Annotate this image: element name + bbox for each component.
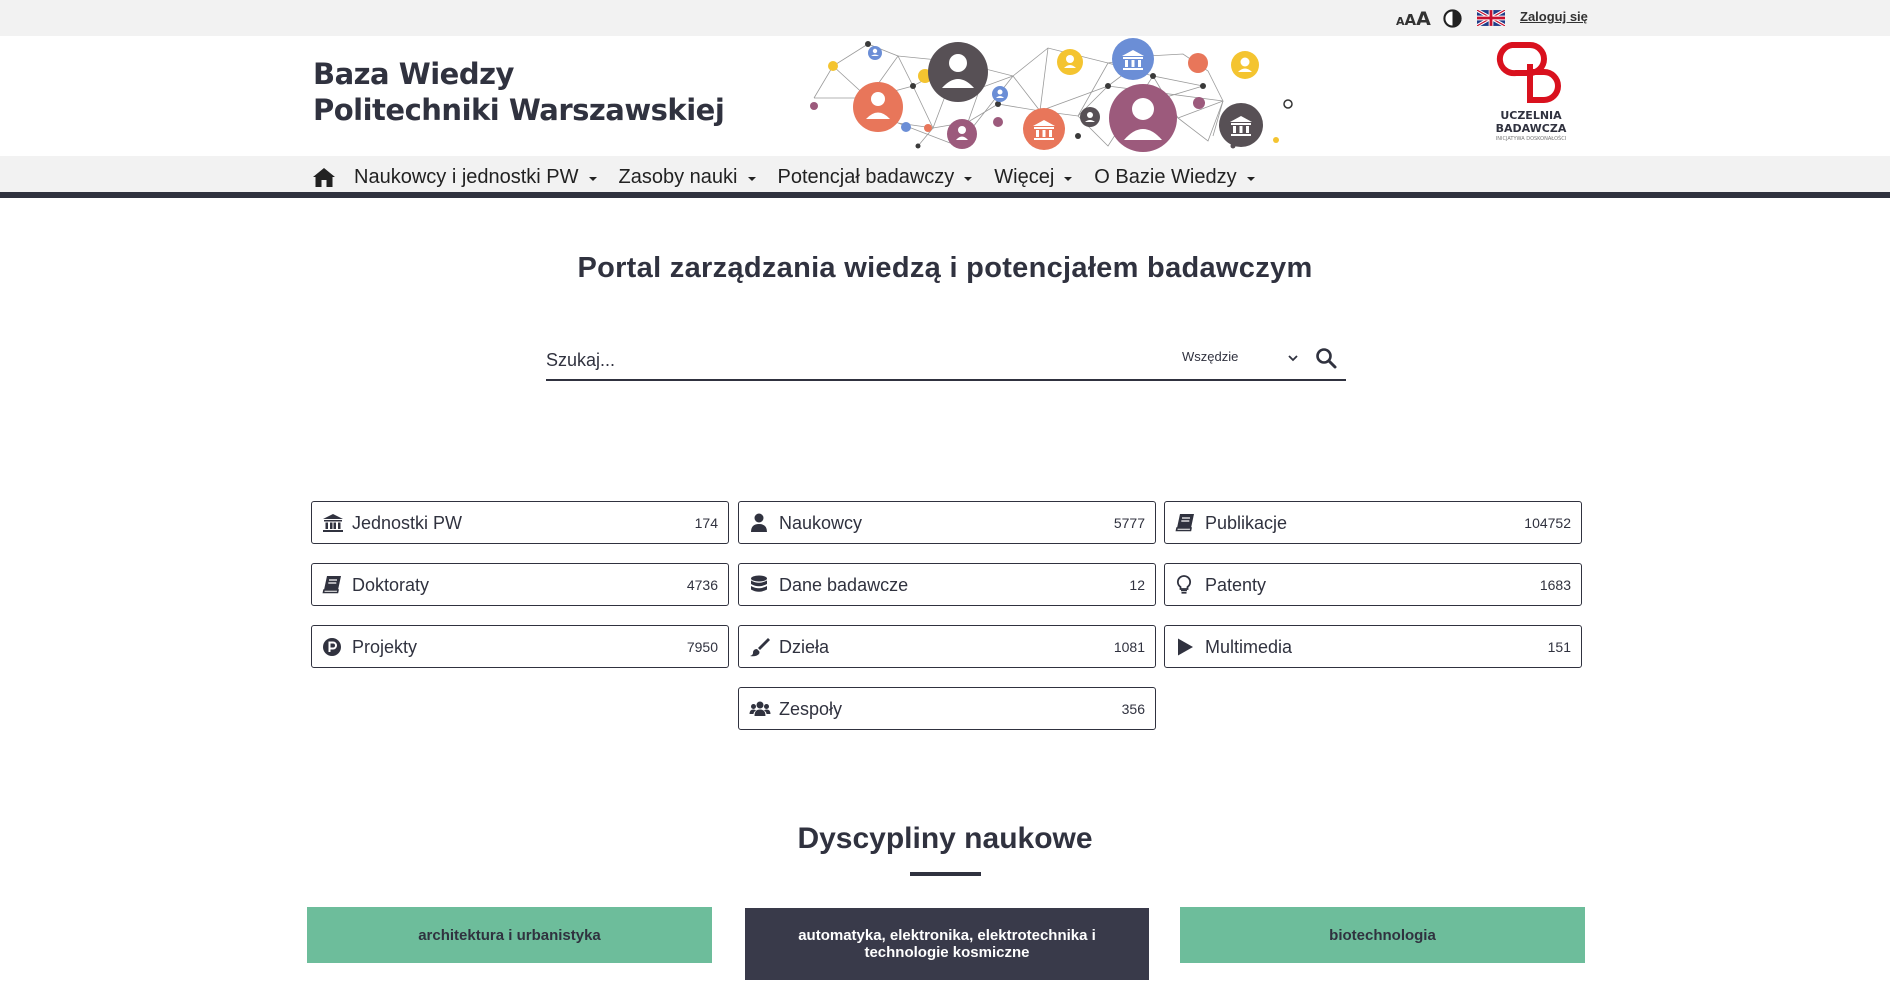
tile-count: 12 bbox=[1129, 577, 1145, 593]
tile-label: Multimedia bbox=[1205, 637, 1293, 657]
login-link[interactable]: Zaloguj się bbox=[1520, 9, 1588, 24]
tile-count: 1683 bbox=[1539, 577, 1571, 593]
tile-label: Zespoły bbox=[779, 699, 843, 719]
font-size-switcher[interactable]: AAA bbox=[1396, 8, 1431, 30]
title-underline bbox=[910, 872, 981, 876]
discipline-label: biotechnologia bbox=[1329, 926, 1436, 944]
discipline-card-automatyka[interactable]: automatyka, elektronika, elektrotechnika… bbox=[745, 908, 1149, 980]
nav-item-label: Zasoby nauki bbox=[618, 165, 738, 188]
font-size-medium-button[interactable]: A bbox=[1405, 11, 1417, 29]
tile-dziela[interactable]: Dzieła 1081 bbox=[738, 625, 1156, 668]
ub-logo-text: UCZELNIA BADAWCZA INICJATYWA DOSKONAŁOŚC… bbox=[1488, 109, 1574, 143]
tile-multimedia[interactable]: Multimedia 151 bbox=[1164, 625, 1582, 668]
users-icon bbox=[749, 701, 771, 716]
search-icon[interactable] bbox=[1314, 346, 1338, 370]
tile-label: Publikacje bbox=[1205, 513, 1288, 533]
nav-item-naukowcy[interactable]: Naukowcy i jednostki PW bbox=[354, 166, 597, 189]
institution-icon bbox=[323, 514, 343, 532]
chevron-down-icon bbox=[1288, 355, 1298, 362]
project-icon bbox=[323, 638, 341, 656]
contrast-icon[interactable] bbox=[1443, 9, 1462, 28]
book-icon bbox=[322, 576, 341, 594]
english-flag-icon[interactable] bbox=[1477, 10, 1505, 26]
tile-zespoly[interactable]: Zespoły 356 bbox=[738, 687, 1156, 730]
caret-down-icon bbox=[1064, 176, 1073, 181]
tile-count: 104752 bbox=[1524, 515, 1571, 531]
ub-emblem-icon bbox=[1496, 42, 1561, 103]
user-icon bbox=[751, 513, 767, 532]
logo-line-2: Politechniki Warszawskiej bbox=[313, 93, 725, 127]
tile-label: Dane badawcze bbox=[779, 575, 909, 595]
ub-logo-line-3: INICJATYWA DOSKONAŁOŚCI bbox=[1495, 136, 1567, 142]
site-logo[interactable]: Baza Wiedzy Politechniki Warszawskiej bbox=[313, 56, 725, 128]
tile-count: 4736 bbox=[686, 577, 718, 593]
tile-count: 7950 bbox=[686, 639, 718, 655]
home-icon[interactable] bbox=[312, 166, 336, 188]
nav-item-potencjal[interactable]: Potencjał badawczy bbox=[778, 166, 973, 189]
caret-down-icon bbox=[964, 176, 973, 181]
brush-icon bbox=[750, 638, 770, 657]
tile-label: Doktoraty bbox=[352, 575, 430, 595]
font-size-small-button[interactable]: A bbox=[1396, 15, 1405, 28]
uczelnia-badawcza-logo[interactable]: UCZELNIA BADAWCZA INICJATYWA DOSKONAŁOŚC… bbox=[1488, 42, 1574, 152]
tile-count: 1081 bbox=[1113, 639, 1145, 655]
network-illustration bbox=[810, 38, 1293, 152]
tile-count: 356 bbox=[1121, 701, 1145, 717]
font-size-large-button[interactable]: A bbox=[1416, 8, 1431, 30]
nav-item-label: Więcej bbox=[994, 165, 1055, 188]
search-input[interactable] bbox=[546, 346, 1166, 374]
top-utility-bar: AAA Zaloguj się bbox=[0, 0, 1890, 36]
caret-down-icon bbox=[588, 176, 597, 181]
tile-label: Projekty bbox=[352, 637, 418, 657]
tile-projekty[interactable]: Projekty 7950 bbox=[311, 625, 729, 668]
tile-label: Naukowcy bbox=[779, 513, 863, 533]
play-icon bbox=[1178, 638, 1193, 656]
caret-down-icon bbox=[747, 176, 756, 181]
tile-publikacje[interactable]: Publikacje 104752 bbox=[1164, 501, 1582, 544]
disciplines-title: Dyscypliny naukowe bbox=[797, 822, 1093, 855]
nav-item-wiecej[interactable]: Więcej bbox=[994, 165, 1073, 189]
main-navigation: Naukowcy i jednostki PW Zasoby nauki Pot… bbox=[0, 156, 1890, 198]
logo-line-1: Baza Wiedzy bbox=[313, 57, 514, 91]
book-icon bbox=[1175, 514, 1194, 532]
tile-label: Patenty bbox=[1205, 575, 1267, 595]
tile-patenty[interactable]: Patenty 1683 bbox=[1164, 563, 1582, 606]
discipline-card-architektura[interactable]: architektura i urbanistyka bbox=[307, 907, 712, 963]
database-icon bbox=[751, 575, 767, 592]
tile-jednostki[interactable]: Jednostki PW 174 bbox=[311, 501, 729, 544]
tile-dane-badawcze[interactable]: Dane badawcze 12 bbox=[738, 563, 1156, 606]
search-bar: Wszędzie bbox=[546, 340, 1346, 381]
tile-count: 5777 bbox=[1113, 515, 1145, 531]
search-scope-value: Wszędzie bbox=[1182, 349, 1239, 364]
lightbulb-icon bbox=[1176, 575, 1192, 594]
discipline-label: architektura i urbanistyka bbox=[418, 926, 601, 944]
nav-item-label: Naukowcy i jednostki PW bbox=[354, 165, 579, 188]
tile-count: 151 bbox=[1547, 639, 1571, 655]
tile-naukowcy[interactable]: Naukowcy 5777 bbox=[738, 501, 1156, 544]
tile-label: Jednostki PW bbox=[352, 513, 463, 533]
ub-logo-line-2: BADAWCZA bbox=[1495, 122, 1567, 135]
tile-count: 174 bbox=[694, 515, 718, 531]
nav-item-zasoby[interactable]: Zasoby nauki bbox=[619, 166, 756, 189]
discipline-card-biotechnologia[interactable]: biotechnologia bbox=[1180, 907, 1585, 963]
nav-item-o-bazie[interactable]: O Bazie Wiedzy bbox=[1094, 165, 1255, 189]
tile-doktoraty[interactable]: Doktoraty 4736 bbox=[311, 563, 729, 606]
page-title: Portal zarządzania wiedzą i potencjałem … bbox=[577, 252, 1313, 284]
ub-logo-line-1: UCZELNIA bbox=[1500, 109, 1562, 122]
tile-label: Dzieła bbox=[779, 637, 830, 657]
nav-item-label: Potencjał badawczy bbox=[777, 165, 955, 188]
nav-item-label: O Bazie Wiedzy bbox=[1094, 165, 1237, 188]
caret-down-icon bbox=[1246, 176, 1255, 181]
discipline-label: automatyka, elektronika, elektrotechnika… bbox=[798, 927, 1096, 961]
search-scope-select[interactable]: Wszędzie bbox=[1182, 349, 1298, 371]
